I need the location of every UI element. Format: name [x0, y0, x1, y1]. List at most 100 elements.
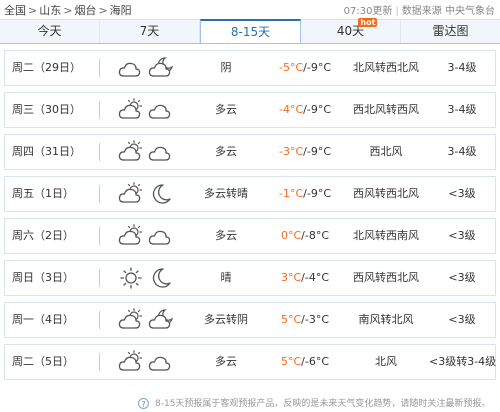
forecast-row: 周六（2日） 多云 0°C/-8°C 北风转西南风 <3级	[4, 218, 496, 254]
breadcrumb-separator: >	[98, 4, 108, 17]
temp-low: /-6°C	[301, 355, 330, 368]
wind-direction: 北风转西南风	[353, 229, 419, 242]
wind-level: 3-4级	[447, 103, 477, 116]
forecast-list: 周二（29日）阴 -5°C/-9°C 北风转西北风 3-4级 周三（30日） 多云 -4°C…	[4, 50, 496, 386]
condition-text: 阴	[220, 61, 232, 74]
note-text: 8-15天预报属于客观预报产品，反映的是未来天气变化趋势，请随时关注最新预报。	[155, 399, 491, 409]
top-bar: 全国 > 山东 > 烟台 > 海阳 07:30更新 | 数据来源 中央气象台	[0, 0, 500, 18]
wind-level: <3级	[448, 313, 476, 326]
condition-text: 多云	[215, 145, 237, 158]
forecast-row: 周三（30日） 多云 -4°C/-9°C 西北风转西风 3-4级	[4, 92, 496, 128]
temp-low: /-4°C	[301, 271, 330, 284]
divider	[99, 227, 100, 245]
wind-direction: 西北风	[369, 145, 403, 158]
breadcrumb-separator: >	[63, 4, 73, 17]
temperature: 5°C/-6°C	[267, 345, 343, 379]
sun-icon	[118, 266, 144, 290]
forecast-date: 周一（4日）	[12, 313, 74, 326]
forecast-tabs: 今天 7天 8-15天 40天 hot 雷达图	[0, 18, 500, 44]
forecast-date: 周二（29日）	[12, 61, 81, 74]
breadcrumb-separator: >	[28, 4, 38, 17]
temperature: 5°C/-3°C	[267, 303, 343, 337]
temperature: -5°C/-9°C	[267, 51, 343, 85]
cloudy-icon	[118, 56, 144, 80]
wind-level: <3级	[448, 271, 476, 284]
forecast-row: 周日（3日） 晴 3°C/-4°C 西风转西北风 <3级	[4, 260, 496, 296]
weather-icons	[118, 98, 174, 122]
cloudy-icon	[148, 224, 174, 248]
tab-label: 7天	[139, 24, 160, 38]
data-source: 数据来源 中央气象台	[401, 6, 495, 17]
partly-cloudy-icon	[118, 224, 144, 248]
tab-label: 雷达图	[432, 24, 469, 38]
forecast-row: 周二（29日） 阴 -5°C/-9°C 北风转西北风 3-4级	[4, 50, 496, 86]
temp-high: -1°C	[278, 187, 304, 200]
wind-direction: 西风转西北风	[353, 271, 419, 284]
partly-cloudy-icon	[118, 182, 144, 206]
temp-high: 5°C	[280, 355, 302, 368]
breadcrumb-link-country[interactable]: 全国	[4, 4, 26, 17]
wind-direction: 西北风转西风	[353, 103, 419, 116]
divider	[99, 269, 100, 287]
tab-4[interactable]: 雷达图	[401, 20, 500, 43]
forecast-date: 周四（31日）	[12, 145, 81, 158]
divider	[99, 101, 100, 119]
breadcrumb-link-city[interactable]: 烟台	[74, 4, 96, 17]
tab-3[interactable]: 40天 hot	[301, 18, 401, 43]
wind-direction: 北风	[375, 355, 397, 368]
divider	[99, 185, 100, 203]
breadcrumb-link-province[interactable]: 山东	[39, 4, 61, 17]
forecast-date: 周六（2日）	[12, 229, 74, 242]
wind-level: <3级	[448, 229, 476, 242]
temp-low: /-9°C	[303, 61, 331, 74]
forecast-note: ? 8-15天预报属于客观预报产品，反映的是未来天气变化趋势，请随时关注最新预报。	[138, 396, 490, 409]
update-info: 07:30更新 | 数据来源 中央气象台	[343, 6, 495, 17]
forecast-date: 周五（1日）	[12, 187, 74, 200]
condition-text: 多云转阴	[204, 313, 248, 326]
temp-high: 0°C	[280, 229, 302, 242]
temperature: -1°C/-9°C	[267, 177, 343, 211]
condition-text: 晴	[220, 271, 232, 284]
temperature: 0°C/-8°C	[267, 219, 343, 253]
wind-level: <3级	[448, 187, 476, 200]
divider	[99, 143, 100, 161]
partly-cloudy-icon	[118, 140, 144, 164]
weather-icons	[118, 140, 174, 164]
forecast-row: 周二（5日） 多云 5°C/-6°C 北风 <3级转3-4级	[4, 344, 496, 380]
wind-direction: 北风转西北风	[353, 61, 419, 74]
divider	[99, 311, 100, 329]
tab-2[interactable]: 8-15天	[200, 19, 301, 43]
tab-label: 今天	[37, 24, 62, 38]
condition-text: 多云	[215, 103, 237, 116]
condition-text: 多云	[215, 229, 237, 242]
temperature: -3°C/-9°C	[267, 135, 343, 169]
temp-high: 3°C	[280, 271, 302, 284]
condition-text: 多云转晴	[204, 187, 248, 200]
tab-0[interactable]: 今天	[0, 20, 100, 43]
weather-icons	[118, 350, 174, 374]
wind-level: 3-4级	[447, 145, 477, 158]
temp-low: /-9°C	[303, 187, 331, 200]
help-icon[interactable]: ?	[138, 398, 149, 409]
hot-badge: hot	[358, 18, 378, 27]
tab-1[interactable]: 7天	[100, 20, 200, 43]
temp-low: /-9°C	[303, 145, 331, 158]
cloudy-night-icon	[148, 308, 174, 332]
divider	[99, 353, 100, 371]
cloudy-icon	[148, 350, 174, 374]
wind-level: 3-4级	[447, 61, 477, 74]
moon-icon	[148, 182, 174, 206]
cloudy-night-icon	[148, 56, 174, 80]
wind-level: <3级转3-4级	[429, 355, 497, 368]
breadcrumb: 全国 > 山东 > 烟台 > 海阳	[4, 2, 132, 18]
partly-cloudy-icon	[118, 98, 144, 122]
temp-high: 5°C	[280, 313, 302, 326]
update-time: 07:30更新	[343, 6, 393, 17]
forecast-date: 周二（5日）	[12, 355, 74, 368]
forecast-row: 周四（31日） 多云 -3°C/-9°C 西北风 3-4级	[4, 134, 496, 170]
temp-low: /-8°C	[301, 229, 330, 242]
wind-direction: 南风转北风	[358, 313, 414, 326]
tab-label: 8-15天	[230, 25, 271, 39]
breadcrumb-current-district: 海阳	[109, 4, 132, 17]
partly-cloudy-icon	[118, 350, 144, 374]
